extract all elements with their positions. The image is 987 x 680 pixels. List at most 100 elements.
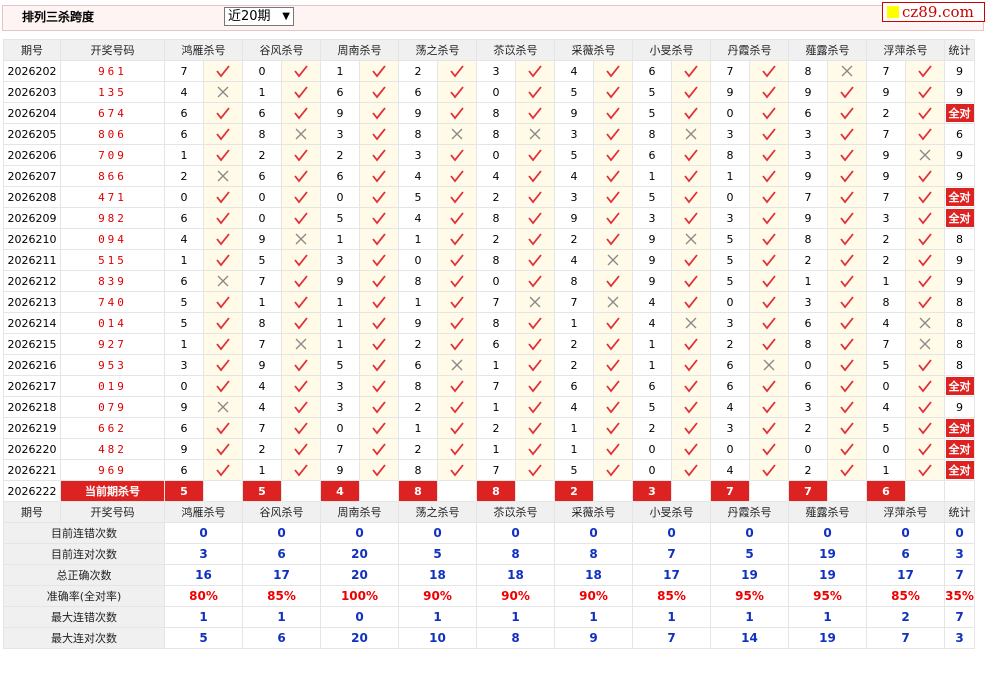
- check-icon: [683, 63, 699, 79]
- check-icon: [449, 63, 465, 79]
- column-header: 谷风杀号: [242, 501, 321, 523]
- result-wrong-cell: [905, 312, 945, 334]
- kill-number-cell: 2: [554, 228, 594, 250]
- stat-value: 20: [320, 564, 399, 586]
- draw-number-cell: 866: [60, 165, 165, 187]
- check-icon: [917, 210, 933, 226]
- cross-icon: [683, 315, 699, 331]
- kill-number-cell: 0: [710, 291, 750, 313]
- kill-number-cell: 9: [320, 459, 360, 481]
- check-icon: [371, 168, 387, 184]
- cross-icon: [215, 273, 231, 289]
- stat-value: 7: [866, 627, 945, 649]
- result-correct-cell: [827, 396, 867, 418]
- check-icon: [761, 126, 777, 142]
- check-icon: [839, 105, 855, 121]
- result-correct-cell: [515, 60, 555, 82]
- kill-number-cell: 1: [398, 417, 438, 439]
- stat-count: 9: [956, 169, 963, 183]
- kill-number-cell: 2: [398, 60, 438, 82]
- issue-cell: 2026202: [3, 60, 61, 82]
- stat-cell: 全对: [944, 186, 975, 208]
- stat-cell: 8: [944, 312, 975, 334]
- result-correct-cell: [827, 312, 867, 334]
- result-correct-cell: [827, 459, 867, 481]
- stat-value: 8: [476, 627, 555, 649]
- check-icon: [371, 189, 387, 205]
- result-correct-cell: [359, 333, 399, 355]
- check-icon: [839, 378, 855, 394]
- stat-value: 8: [476, 543, 555, 565]
- result-correct-cell: [827, 375, 867, 397]
- result-correct-cell: [359, 396, 399, 418]
- check-icon: [527, 147, 543, 163]
- stat-value: 0: [320, 606, 399, 628]
- stat-count: 6: [956, 127, 963, 141]
- kill-number-cell: 9: [320, 102, 360, 124]
- result-correct-cell: [515, 144, 555, 166]
- table-row: 2026204 674 6 6 9 9 8 9 5 0 6 2 全对: [3, 102, 975, 124]
- check-icon: [605, 441, 621, 457]
- check-icon: [293, 252, 309, 268]
- check-icon: [215, 420, 231, 436]
- stat-cell: 8: [944, 354, 975, 376]
- result-correct-cell: [281, 144, 321, 166]
- result-correct-cell: [905, 186, 945, 208]
- check-icon: [449, 441, 465, 457]
- kill-number-cell: 7: [710, 60, 750, 82]
- cross-icon: [215, 168, 231, 184]
- kill-number-cell: 7: [866, 60, 906, 82]
- result-correct-cell: [905, 81, 945, 103]
- period-select[interactable]: 近20期 ▼: [224, 7, 294, 26]
- stat-value: 100%: [320, 585, 399, 607]
- check-icon: [215, 189, 231, 205]
- result-correct-cell: [203, 228, 243, 250]
- issue-cell: 2026211: [3, 249, 61, 271]
- stat-value: 0: [398, 522, 477, 544]
- kill-number-cell: 9: [398, 312, 438, 334]
- kill-number-cell: 6: [632, 375, 672, 397]
- cross-icon: [293, 231, 309, 247]
- check-icon: [683, 147, 699, 163]
- current-kill-number: 8: [398, 480, 438, 502]
- kill-number-cell: 9: [242, 228, 282, 250]
- result-correct-cell: [203, 291, 243, 313]
- kill-number-cell: 9: [788, 81, 828, 103]
- column-header: 统计: [944, 501, 975, 523]
- check-icon: [371, 231, 387, 247]
- column-header: 苶苡杀号: [476, 501, 555, 523]
- kill-number-cell: 2: [866, 228, 906, 250]
- kill-number-cell: 3: [788, 291, 828, 313]
- result-correct-cell: [671, 249, 711, 271]
- check-icon: [761, 210, 777, 226]
- result-correct-cell: [593, 186, 633, 208]
- draw-number-cell: 806: [60, 123, 165, 145]
- stat-cell: 9: [944, 81, 975, 103]
- kill-number-cell: 6: [320, 81, 360, 103]
- stat-value: 1: [554, 606, 633, 628]
- kill-number-cell: 6: [632, 60, 672, 82]
- kill-number-cell: 6: [164, 207, 204, 229]
- current-kill-number: 7: [710, 480, 750, 502]
- issue-cell: 2026220: [3, 438, 61, 460]
- result-correct-cell: [593, 228, 633, 250]
- kill-number-cell: 1: [476, 354, 516, 376]
- check-icon: [293, 63, 309, 79]
- issue-cell: 2026215: [3, 333, 61, 355]
- check-icon: [839, 294, 855, 310]
- column-header: 丹霞杀号: [710, 501, 789, 523]
- result-correct-cell: [749, 291, 789, 313]
- kill-number-cell: 0: [866, 438, 906, 460]
- stat-value: 10: [398, 627, 477, 649]
- site-logo[interactable]: cz89.com: [882, 2, 985, 22]
- result-correct-cell: [437, 228, 477, 250]
- check-icon: [527, 168, 543, 184]
- result-correct-cell: [827, 249, 867, 271]
- check-icon: [761, 462, 777, 478]
- table-header-row: 期号 开奖号码 鸿雁杀号 谷风杀号 周南杀号 荡之杀号 苶苡杀号 采薇杀号 小旻杀号 丹霞杀号 薤露…: [3, 39, 975, 61]
- kill-number-cell: 6: [398, 81, 438, 103]
- result-wrong-cell: [749, 354, 789, 376]
- table-header-row: 期号 开奖号码 鸿雁杀号 谷风杀号 周南杀号 荡之杀号 苶苡杀号 采薇杀号 小旻杀号 丹霞杀号 薤露…: [3, 501, 975, 523]
- check-icon: [605, 63, 621, 79]
- result-correct-cell: [203, 417, 243, 439]
